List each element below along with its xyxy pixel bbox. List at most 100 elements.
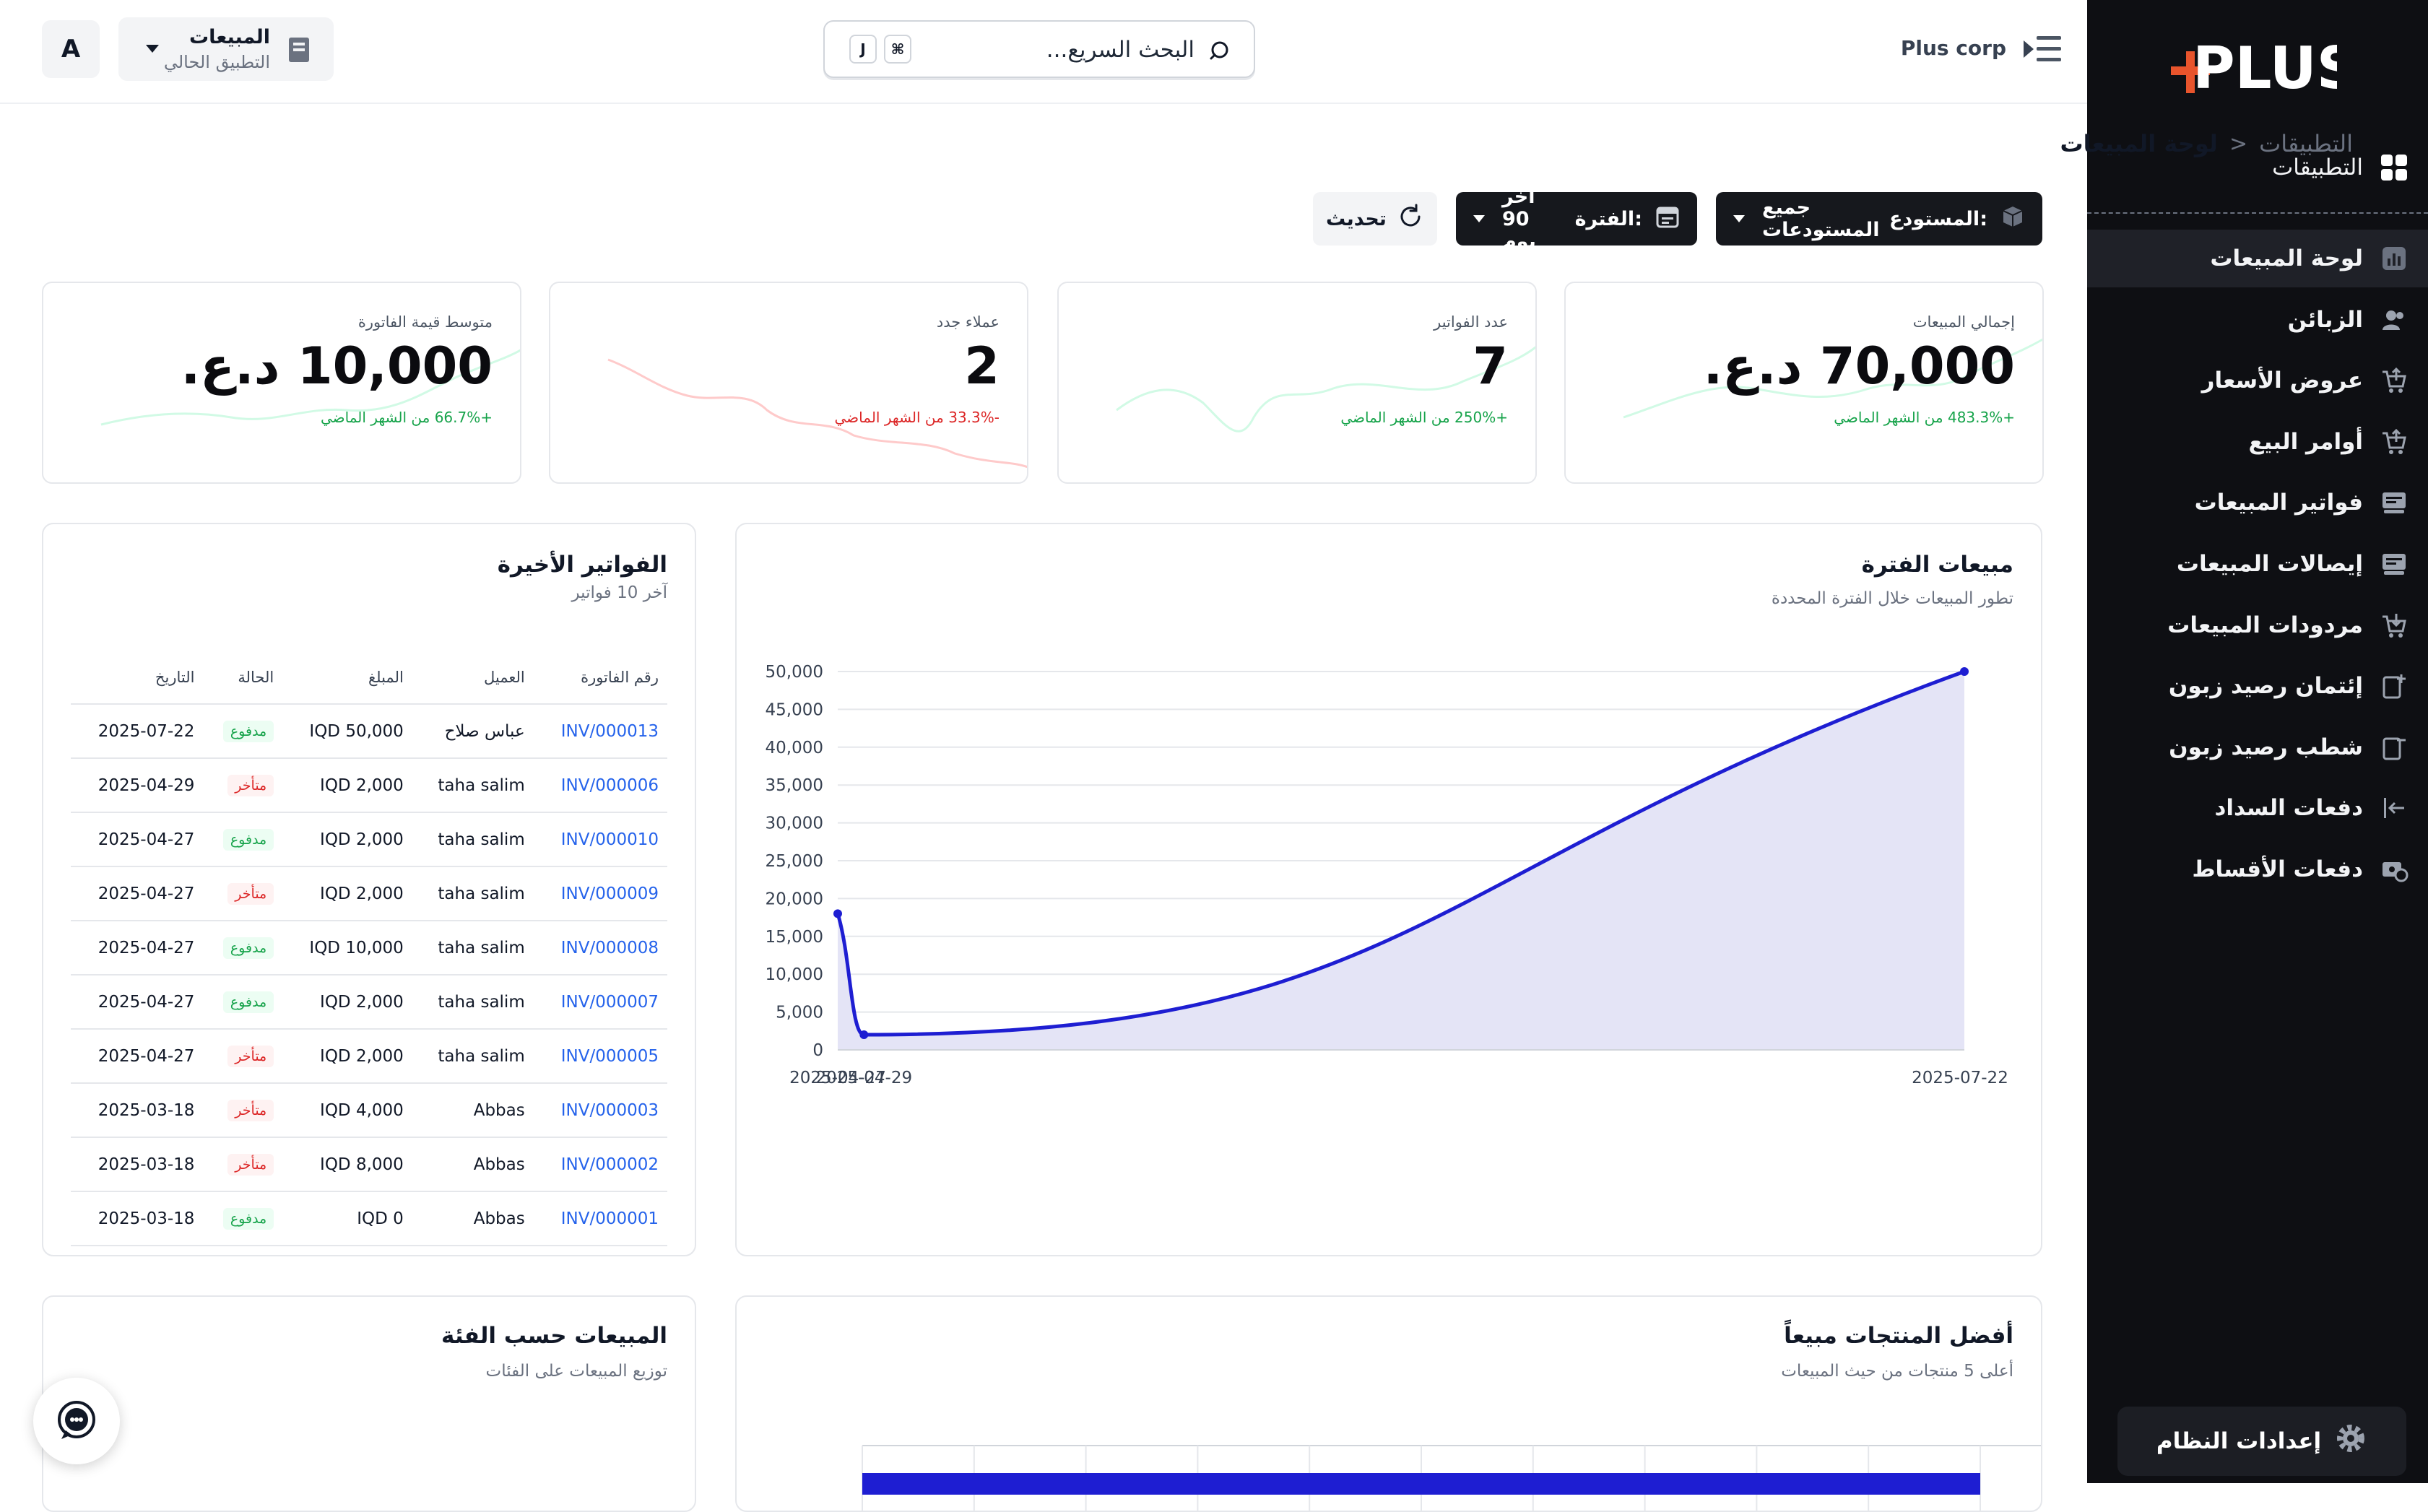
sidebar-item-1[interactable]: لوحة المبيعات [2087,230,2428,287]
quick-search-input[interactable] [976,32,1196,68]
table-body: INV/000013 عباس صلاح IQD 50,000 مدفوع 2025-0… [71,704,667,1246]
amount-cell: IQD 50,000 [282,704,412,759]
shortcut-key: J [849,35,877,64]
y-tick-label: 5,000 [776,1004,823,1022]
recent-invoices-title: الفواتير الأخيرة [497,552,667,578]
calendar-icon [1655,204,1680,234]
sidebar-item-label: أوامر البيع [2248,428,2363,455]
shortcut-mod-key: ⌘ [884,35,911,64]
kpi-change: -33.3% من الشهر الماضي [834,409,1000,426]
table-row[interactable]: INV/000006 taha salim IQD 2,000 متأخر 2025-0… [71,758,667,813]
status-cell: متأخر [203,758,283,813]
data-point [859,1030,869,1040]
y-tick-label: 50,000 [766,663,823,682]
table-row[interactable]: INV/000001 Abbas IQD 0 مدفوع 2025-03-18 [71,1191,667,1246]
period-filter-label: الفترة: [1574,207,1642,230]
table-row[interactable]: INV/000008 taha salim IQD 10,000 مدفوع 2025-… [71,921,667,976]
invoice-number-link[interactable]: INV/000003 [533,1083,667,1138]
user-avatar[interactable]: A [42,20,100,78]
sales-by-category-title: المبيعات حسب الفئة [441,1323,667,1349]
column-header: رقم الفاتورة [533,651,667,705]
sidebar-item-8[interactable]: إئتمان رصيد زبون [2087,657,2428,715]
system-settings-button[interactable]: إعدادات النظام [2117,1407,2406,1476]
invoice-number-link[interactable]: INV/000001 [533,1191,667,1246]
status-badge: متأخر [227,1045,274,1067]
top-bar: Plus corp ⌘ J المبيعات التطبيق الحالي A [0,0,2087,104]
amount-cell: IQD 10,000 [282,921,412,976]
box-icon [2000,204,2025,234]
recent-invoices-panel: الفواتير الأخيرة آخر 10 فواتير رقم الفات… [42,523,696,1256]
table-row[interactable]: INV/000010 taha salim IQD 2,000 مدفوع 2025-0… [71,812,667,867]
current-app-title: المبيعات [188,26,270,48]
table-row[interactable]: INV/000005 taha salim IQD 2,000 متأخر 2025-0… [71,1029,667,1084]
sidebar-item-3[interactable]: عروض الأسعار [2087,352,2428,409]
warehouse-filter-button[interactable]: المستودع: جميع المستودعات [1716,192,2042,246]
credit-plus-icon [2377,669,2411,703]
x-tick-label: 2025-07-22 [1912,1069,2008,1087]
quick-search-box[interactable]: ⌘ J [823,20,1255,78]
invoice-number-link[interactable]: INV/000005 [533,1029,667,1084]
breadcrumb-separator: > [2229,131,2248,157]
warehouse-filter-value: جميع المستودعات [1762,196,1880,241]
period-filter-value: آخر 90 يوم [1502,185,1536,253]
kpi-label: متوسط قيمة الفاتورة [357,313,493,331]
users-icon [2377,303,2411,336]
cart-upload-icon [2377,425,2411,459]
top-products-chart [862,1445,2041,1511]
customer-cell: Abbas [412,1137,534,1192]
breadcrumb-current: لوحة المبيعات [2060,130,2218,157]
invoice-number-link[interactable]: INV/000009 [533,866,667,921]
table-row[interactable]: INV/000003 Abbas IQD 4,000 متأخر 2025-03-18 [71,1083,667,1138]
y-tick-label: 35,000 [766,776,823,795]
period-filter-button[interactable]: الفترة: آخر 90 يوم [1456,186,1697,253]
breadcrumb-apps-link[interactable]: التطبيقات [2259,130,2353,157]
y-tick-label: 20,000 [766,890,823,908]
status-badge: مدفوع [222,720,274,742]
plus-logo: PLUS [2171,39,2337,102]
status-cell: متأخر [203,866,283,921]
sidebar-apps-label: التطبيقات [2272,155,2363,181]
sidebar-item-6[interactable]: إيصالات المبيعات [2087,535,2428,593]
kpi-label: عملاء جدد [936,313,1000,331]
status-cell: متأخر [203,1029,283,1084]
sidebar-item-4[interactable]: أوامر البيع [2087,413,2428,471]
chevron-down-icon [1473,215,1485,222]
chevron-down-icon [146,45,159,53]
support-chat-button[interactable] [33,1378,120,1464]
invoice-number-link[interactable]: INV/000006 [533,758,667,813]
sidebar-item-2[interactable]: الزبائن [2087,291,2428,349]
status-badge: مدفوع [222,828,274,851]
sidebar-item-11[interactable]: دفعات الأقساط [2087,840,2428,898]
current-app-subtitle: التطبيق الحالي [163,52,270,72]
y-tick-label: 30,000 [766,814,823,833]
table-row[interactable]: INV/000007 taha salim IQD 2,000 مدفوع 2025-0… [71,975,667,1030]
sidebar-toggle-icon[interactable] [2021,32,2064,66]
invoice-number-link[interactable]: INV/000013 [533,704,667,759]
table-row[interactable]: INV/000002 Abbas IQD 8,000 متأخر 2025-03-18 [71,1137,667,1192]
invoice-number-link[interactable]: INV/000002 [533,1137,667,1192]
amount-cell: IQD 2,000 [282,975,412,1030]
sidebar-item-7[interactable]: مردودات المبيعات [2087,596,2428,654]
invoice-number-link[interactable]: INV/000007 [533,975,667,1030]
data-point [833,909,842,918]
app-switcher[interactable]: المبيعات التطبيق الحالي [118,17,334,81]
date-cell: 2025-04-27 [71,866,204,921]
table-row[interactable]: INV/000013 عباس صلاح IQD 50,000 مدفوع 2025-0… [71,704,667,759]
invoice-number-link[interactable]: INV/000010 [533,812,667,867]
kpi-value: 10,000 د.ع. [181,336,493,396]
customer-cell: عباس صلاح [412,704,534,759]
invoice-number-link[interactable]: INV/000008 [533,921,667,976]
chevron-down-icon [1733,215,1745,222]
sidebar-item-5[interactable]: فواتير المبيعات [2087,474,2428,531]
sidebar-item-label: إيصالات المبيعات [2176,551,2363,577]
period-sales-panel: مبيعات الفترة تطور المبيعات خلال الفترة … [735,523,2042,1256]
table-row[interactable]: INV/000009 taha salim IQD 2,000 متأخر 2025-0… [71,866,667,921]
sidebar-item-10[interactable]: دفعات السداد [2087,779,2428,837]
svg-text:PLUS: PLUS [2193,39,2337,102]
customer-cell: Abbas [412,1191,534,1246]
date-cell: 2025-04-29 [71,758,204,813]
y-tick-label: 40,000 [766,739,823,757]
kpi-change: +250% من الشهر الماضي [1340,409,1508,426]
refresh-button[interactable]: تحديث [1313,192,1437,246]
sidebar-item-9[interactable]: شطب رصيد زبون [2087,718,2428,776]
